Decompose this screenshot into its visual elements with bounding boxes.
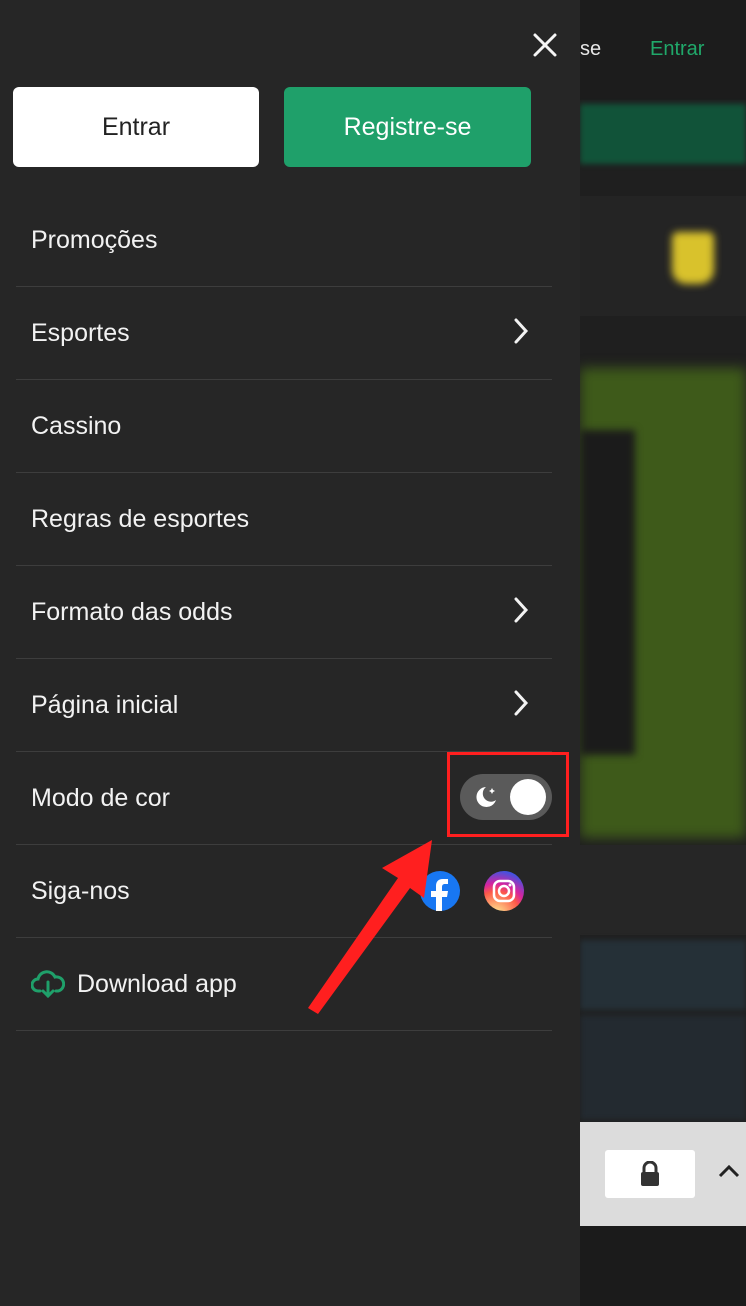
- menu-item-odds-format[interactable]: Formato das odds: [16, 566, 552, 659]
- background-bottom-nav: [580, 1226, 746, 1306]
- chevron-right-icon: [514, 318, 529, 344]
- background-register-partial: se: [580, 38, 602, 60]
- menu-item-label: Regras de esportes: [31, 504, 250, 533]
- chevron-right-icon: [514, 690, 529, 716]
- background-match-header: [580, 196, 746, 316]
- chevron-up-icon[interactable]: [716, 1158, 742, 1184]
- menu-item-follow-us: Siga-nos: [16, 845, 552, 938]
- lock-button[interactable]: [605, 1150, 695, 1198]
- side-menu-drawer: Entrar Registre-se Promoções Esportes Ca…: [0, 0, 580, 1306]
- background-pitch-overlay: [580, 430, 635, 755]
- menu-item-label: Esportes: [31, 318, 130, 347]
- background-bet-bar: [580, 1122, 746, 1226]
- instagram-glyph: [492, 879, 516, 903]
- lock-icon: [641, 1161, 659, 1186]
- annotation-highlight-box: [447, 752, 569, 837]
- menu-item-promotions[interactable]: Promoções: [16, 194, 552, 287]
- menu-list: Promoções Esportes Cassino Regras de esp…: [16, 194, 552, 1031]
- trophy-icon: [672, 232, 714, 284]
- background-row: [580, 940, 746, 1010]
- menu-item-casino[interactable]: Cassino: [16, 380, 552, 473]
- login-button[interactable]: Entrar: [13, 87, 259, 167]
- menu-item-label: Cassino: [31, 411, 122, 440]
- background-row: [580, 1015, 746, 1120]
- instagram-icon[interactable]: [484, 871, 524, 911]
- close-icon[interactable]: [528, 28, 562, 62]
- menu-item-home-page[interactable]: Página inicial: [16, 659, 552, 752]
- menu-item-label: Promoções: [31, 225, 158, 254]
- background-row: [580, 845, 746, 935]
- background-login-link[interactable]: Entrar: [650, 38, 704, 61]
- background-header: se Entrar: [580, 0, 746, 100]
- register-button[interactable]: Registre-se: [284, 87, 531, 167]
- menu-item-sports[interactable]: Esportes: [16, 287, 552, 380]
- chevron-right-icon: [514, 597, 529, 623]
- background-green-bar: [580, 104, 746, 164]
- menu-item-label: Download app: [77, 969, 237, 998]
- annotation-arrow-icon: [308, 840, 432, 1014]
- menu-item-label: Página inicial: [31, 690, 179, 719]
- menu-item-label: Siga-nos: [31, 876, 130, 905]
- menu-item-label: Modo de cor: [31, 783, 170, 812]
- menu-item-label: Formato das odds: [31, 597, 233, 626]
- cloud-download-icon: [31, 970, 65, 999]
- menu-item-download-app[interactable]: Download app: [16, 938, 552, 1031]
- menu-item-sports-rules[interactable]: Regras de esportes: [16, 473, 552, 566]
